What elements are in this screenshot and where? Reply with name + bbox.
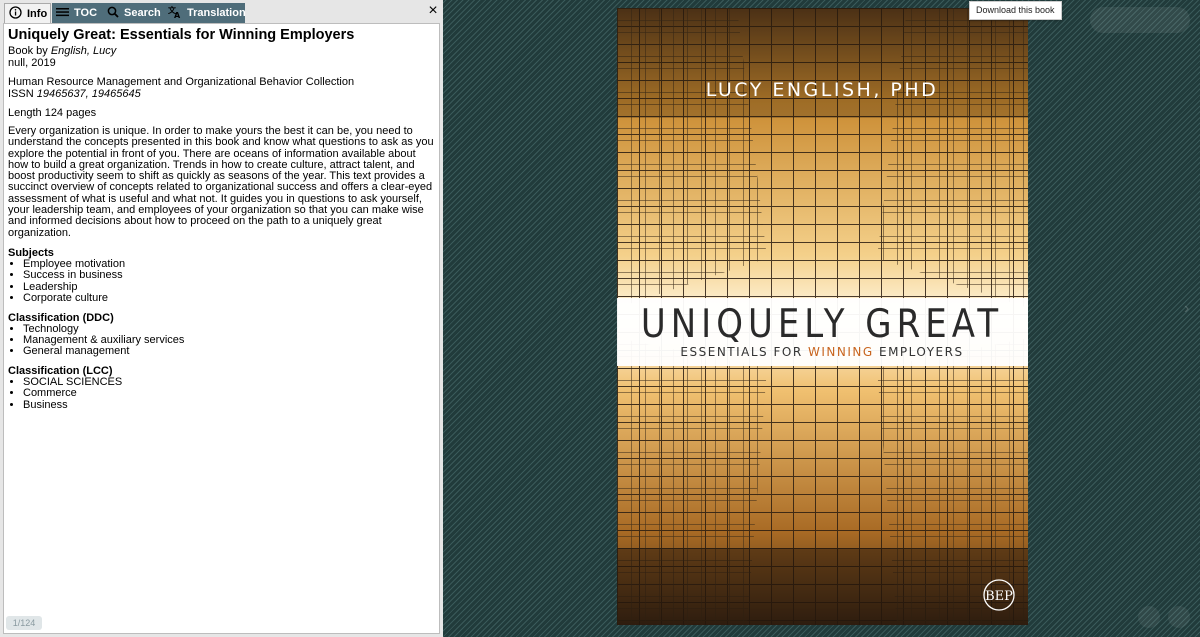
zoom-out-button[interactable] (1138, 606, 1160, 628)
book-title: Uniquely Great: Essentials for Winning E… (8, 27, 355, 43)
issn-prefix: ISSN (8, 88, 37, 100)
toolbar-control[interactable] (1090, 7, 1190, 33)
lcc-item: SOCIAL SCIENCES (23, 376, 435, 388)
tab-translation[interactable]: 文A Translation (164, 3, 246, 23)
cover-author: LUCY ENGLISH, PHD (706, 79, 939, 101)
lcc-item: Commerce (23, 387, 435, 399)
book-length: Length 124 pages (8, 107, 97, 119)
zoom-in-button[interactable] (1168, 606, 1190, 628)
download-tooltip: Download this book (969, 1, 1062, 20)
subtitle-part: ESSENTIALS FOR (680, 345, 808, 359)
subject-item: Success in business (23, 269, 435, 281)
book-cover: LUCY ENGLISH, PHD UNIQUELY GREAT ESSENTI… (617, 8, 1028, 625)
cover-subtitle: ESSENTIALS FOR WINNING EMPLOYERS (680, 345, 963, 359)
tab-search[interactable]: Search (103, 3, 164, 23)
subjects-list: Employee motivation Success in business … (8, 258, 435, 305)
subtitle-highlight: WINNING (808, 345, 874, 359)
list-icon (56, 7, 74, 20)
tab-translation-label: Translation (187, 7, 246, 19)
book-author: English, Lucy (50, 45, 117, 57)
lcc-item: Business (23, 399, 435, 411)
byline-prefix: Book by (8, 45, 51, 57)
close-panel-button[interactable]: × (426, 2, 440, 19)
collection-name: Human Resource Management and Organizati… (8, 76, 355, 88)
previous-page-arrow-icon[interactable]: ‹ (8, 310, 13, 328)
cover-title: UNIQUELY GREAT (641, 301, 1003, 347)
search-icon (107, 6, 124, 21)
tab-info-label: Info (27, 7, 48, 20)
publisher-logo-text: BEP (985, 589, 1013, 604)
tab-search-label: Search (124, 7, 161, 19)
panel-tabs: Info TOC Search 文A Translation (0, 0, 443, 24)
book-description: Every organization is unique. In order t… (8, 125, 434, 239)
book-byline: Book by English, Lucy (8, 45, 435, 57)
cover-artwork: LUCY ENGLISH, PHD UNIQUELY GREAT ESSENTI… (617, 8, 1028, 625)
tab-toc[interactable]: TOC (52, 3, 103, 23)
lcc-list: SOCIAL SCIENCES Commerce Business (8, 376, 435, 411)
lcc-title: Classification (LCC) (8, 364, 113, 377)
translate-icon: 文A (168, 5, 187, 21)
tab-info[interactable]: Info (4, 3, 51, 23)
book-info-content: Uniquely Great: Essentials for Winning E… (3, 23, 440, 634)
page-counter: 1/124 (6, 616, 42, 630)
ddc-item: General management (23, 345, 435, 357)
svg-text:A: A (174, 11, 181, 18)
subject-item: Corporate culture (23, 292, 435, 304)
info-panel: Info TOC Search 文A Translation × Uniquel… (0, 0, 443, 637)
issn-values: 19465637, 19465645 (36, 88, 141, 100)
tab-toc-label: TOC (74, 7, 98, 19)
info-icon (9, 5, 27, 22)
ddc-title: Classification (DDC) (8, 311, 114, 324)
ddc-list: Technology Management & auxiliary servic… (8, 323, 435, 358)
close-icon: × (428, 2, 438, 19)
subtitle-part: EMPLOYERS (874, 345, 964, 359)
next-page-arrow-icon[interactable]: › (1184, 300, 1189, 318)
publisher-year: null, 2019 (8, 57, 56, 69)
issn-line: ISSN 19465637, 19465645 (8, 88, 435, 100)
